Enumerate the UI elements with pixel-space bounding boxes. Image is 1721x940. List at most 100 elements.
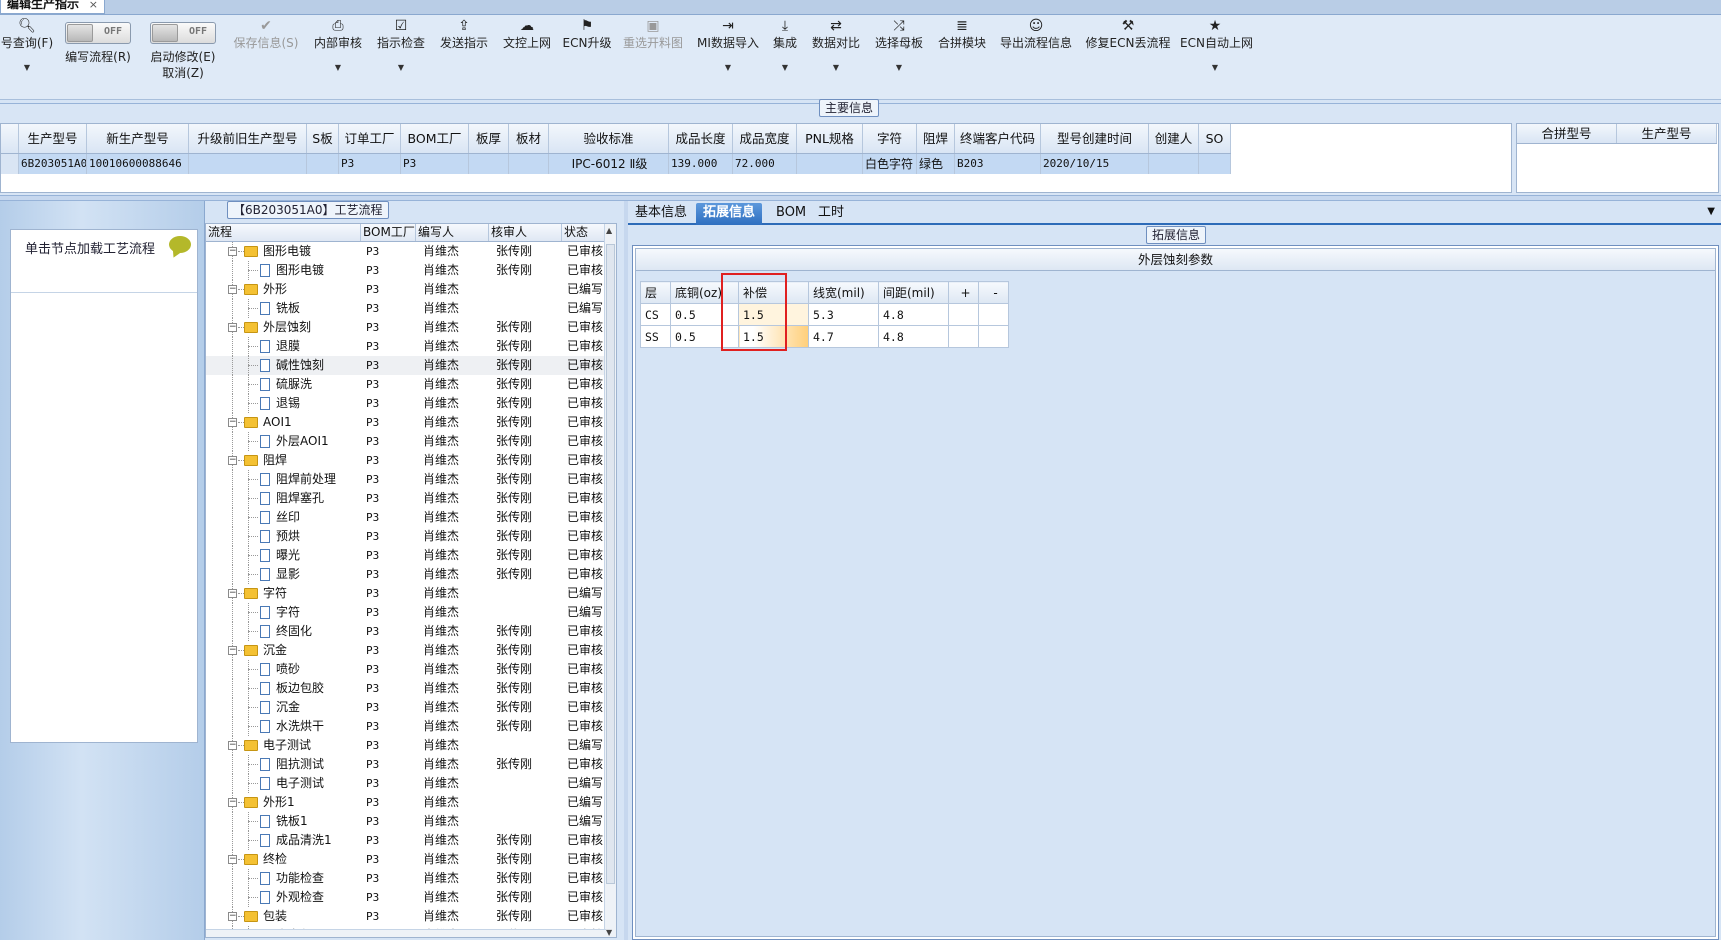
column-header[interactable]: 升级前旧生产型号 (189, 124, 307, 153)
tree-node[interactable]: 曝光 (206, 546, 361, 565)
tree-row[interactable]: 沉金 P3 肖维杰 张传刚 已审核 (206, 698, 606, 717)
tree-row[interactable]: 阻焊前处理 P3 肖维杰 张传刚 已审核 (206, 470, 606, 489)
column-header[interactable]: 字符 (863, 124, 917, 153)
toolbar-button[interactable]: ★ ECN自动上网 ▼ (1180, 15, 1253, 100)
close-icon[interactable]: × (89, 0, 98, 12)
tree-node[interactable]: − 终检 (206, 850, 361, 869)
param-cell[interactable]: 4.8 (878, 325, 949, 348)
collapse-icon[interactable]: − (228, 589, 237, 598)
tree-node[interactable]: 水洗烘干 (206, 717, 361, 736)
tree-node[interactable]: − 图形电镀 (206, 242, 361, 261)
param-cell[interactable] (978, 325, 1009, 348)
tree-node[interactable]: 铣板1 (206, 812, 361, 831)
tree-row[interactable]: − AOI1 P3 肖维杰 张传刚 已审核 (206, 413, 606, 432)
tree-node[interactable]: − 字符 (206, 584, 361, 603)
tree-row[interactable]: 字符 P3 肖维杰 已编写 (206, 603, 606, 622)
main-info-row[interactable]: 6B203051A0 10010600088646 P3 P3 IPC-6012 Ⅱ级 1… (1, 154, 1231, 174)
tree-node[interactable]: 图形电镀 (206, 261, 361, 280)
add-column-button[interactable]: + (948, 281, 979, 304)
tree-row[interactable]: − 外形 P3 肖维杰 已编写 (206, 280, 606, 299)
tree-row[interactable]: 阻抗测试 P3 肖维杰 张传刚 已审核 (206, 755, 606, 774)
toolbar-button[interactable]: ⤓ 集成 ▼ (768, 15, 802, 100)
tree-row[interactable]: 外观检查 P3 肖维杰 张传刚 已审核 (206, 888, 606, 907)
column-header[interactable]: 订单工厂 (339, 124, 401, 153)
column-header[interactable]: 核审人 (489, 224, 562, 241)
tree-node[interactable]: 终固化 (206, 622, 361, 641)
column-header[interactable]: 创建人 (1149, 124, 1199, 153)
column-header[interactable]: BOM工厂 (361, 224, 416, 241)
collapse-icon[interactable]: − (228, 456, 237, 465)
param-cell[interactable]: 4.8 (878, 303, 949, 326)
tab-basic[interactable]: 基本信息 (628, 203, 694, 225)
tree-node[interactable]: 板边包胶 (206, 679, 361, 698)
tree-node[interactable]: 字符 (206, 603, 361, 622)
tree-node[interactable]: − 电子测试 (206, 736, 361, 755)
tree-node[interactable]: 碱性蚀刻 (206, 356, 361, 375)
column-header[interactable]: 生产型号 (1617, 124, 1717, 143)
column-header[interactable]: 验收标准 (549, 124, 669, 153)
tree-row[interactable]: 阻焊塞孔 P3 肖维杰 张传刚 已审核 (206, 489, 606, 508)
hint-text[interactable]: 单击节点加载工艺流程 (25, 238, 155, 257)
toggle-control[interactable]: OFF (65, 22, 131, 44)
chevron-down-icon[interactable]: ▼ (871, 63, 927, 72)
tree-row[interactable]: − 包装 P3 肖维杰 张传刚 已审核 (206, 907, 606, 926)
toolbar-button[interactable]: ⚒ 修复ECN丢流程 (1083, 15, 1173, 100)
tree-node[interactable]: 预烘 (206, 527, 361, 546)
tab-hours[interactable]: 工时 (811, 203, 851, 225)
row-indicator-header[interactable] (1, 124, 19, 153)
toolbar-button[interactable]: ⇪ 发送指示 (436, 15, 492, 100)
tree-row[interactable]: − 字符 P3 肖维杰 已编写 (206, 584, 606, 603)
column-header[interactable]: 生产型号 (19, 124, 87, 153)
chevron-down-icon[interactable]: ▼ (310, 63, 366, 72)
tree-row[interactable]: 喷砂 P3 肖维杰 张传刚 已审核 (206, 660, 606, 679)
tree-row[interactable]: 功能检查 P3 肖维杰 张传刚 已审核 (206, 869, 606, 888)
tree-row[interactable]: 成品清洗1 P3 肖维杰 张传刚 已审核 (206, 831, 606, 850)
column-header[interactable]: 合拼型号 (1517, 124, 1617, 143)
toggle-switch[interactable]: OFF 启动修改(E) 取消(Z) (145, 15, 221, 100)
tree-row[interactable]: 终固化 P3 肖维杰 张传刚 已审核 (206, 622, 606, 641)
tree-row[interactable]: 预烘 P3 肖维杰 张传刚 已审核 (206, 527, 606, 546)
chevron-down-icon[interactable]: ▼ (1180, 63, 1250, 72)
tree-node[interactable]: − AOI1 (206, 413, 361, 432)
toolbar-button[interactable]: ⎙ 内部审核 ▼ (310, 15, 366, 100)
tree-node[interactable]: − 外形 (206, 280, 361, 299)
chevron-down-icon[interactable]: ▼ (693, 63, 763, 72)
column-header[interactable]: 状态 (562, 224, 606, 241)
tree-node[interactable]: 外观检查 (206, 888, 361, 907)
tree-row[interactable]: 退锡 P3 肖维杰 张传刚 已审核 (206, 394, 606, 413)
toolbar-button[interactable]: ☁ 文控上网 (499, 15, 555, 100)
tab-bom[interactable]: BOM (769, 203, 813, 225)
collapse-icon[interactable]: − (228, 285, 237, 294)
tree-row[interactable]: 曝光 P3 肖维杰 张传刚 已审核 (206, 546, 606, 565)
column-header[interactable]: 成品长度 (669, 124, 733, 153)
chevron-down-icon[interactable]: ▼ (373, 63, 429, 72)
tree-row[interactable]: 铣板1 P3 肖维杰 已编写 (206, 812, 606, 831)
toggle-control[interactable]: OFF (150, 22, 216, 44)
tree-row[interactable]: 电子测试 P3 肖维杰 已编写 (206, 774, 606, 793)
param-cell[interactable] (978, 303, 1009, 326)
toolbar-button[interactable]: ⚑ ECN升级 (561, 15, 613, 100)
column-header[interactable]: 新生产型号 (87, 124, 189, 153)
tree-row[interactable]: 退膜 P3 肖维杰 张传刚 已审核 (206, 337, 606, 356)
tree-node[interactable]: 硫脲洗 (206, 375, 361, 394)
column-header[interactable]: 成品宽度 (733, 124, 797, 153)
param-cell[interactable]: 4.7 (808, 325, 879, 348)
collapse-icon[interactable]: − (228, 646, 237, 655)
tree-row[interactable]: − 外层蚀刻 P3 肖维杰 张传刚 已审核 (206, 318, 606, 337)
chevron-down-icon[interactable]: ▼ (808, 63, 864, 72)
collapse-icon[interactable]: − (228, 855, 237, 864)
param-cell[interactable]: 5.3 (808, 303, 879, 326)
toolbar-label-secondary[interactable]: 取消(Z) (145, 65, 221, 81)
tree-row[interactable]: 碱性蚀刻 P3 肖维杰 张传刚 已审核 (206, 356, 606, 375)
column-header[interactable]: PNL规格 (797, 124, 863, 153)
column-header[interactable]: 阻焊 (917, 124, 955, 153)
column-header[interactable]: BOM工厂 (401, 124, 469, 153)
toolbar-button[interactable]: ⇥ MI数据导入 ▼ (693, 15, 763, 100)
collapse-icon[interactable]: − (228, 912, 237, 921)
column-header[interactable]: S板 (307, 124, 339, 153)
tree-row[interactable]: − 电子测试 P3 肖维杰 已编写 (206, 736, 606, 755)
tree-row[interactable]: 铣板 P3 肖维杰 已编写 (206, 299, 606, 318)
tree-row[interactable]: 外层AOI1 P3 肖维杰 张传刚 已审核 (206, 432, 606, 451)
collapse-icon[interactable]: − (228, 798, 237, 807)
tree-row[interactable]: − 图形电镀 P3 肖维杰 张传刚 已审核 (206, 242, 606, 261)
